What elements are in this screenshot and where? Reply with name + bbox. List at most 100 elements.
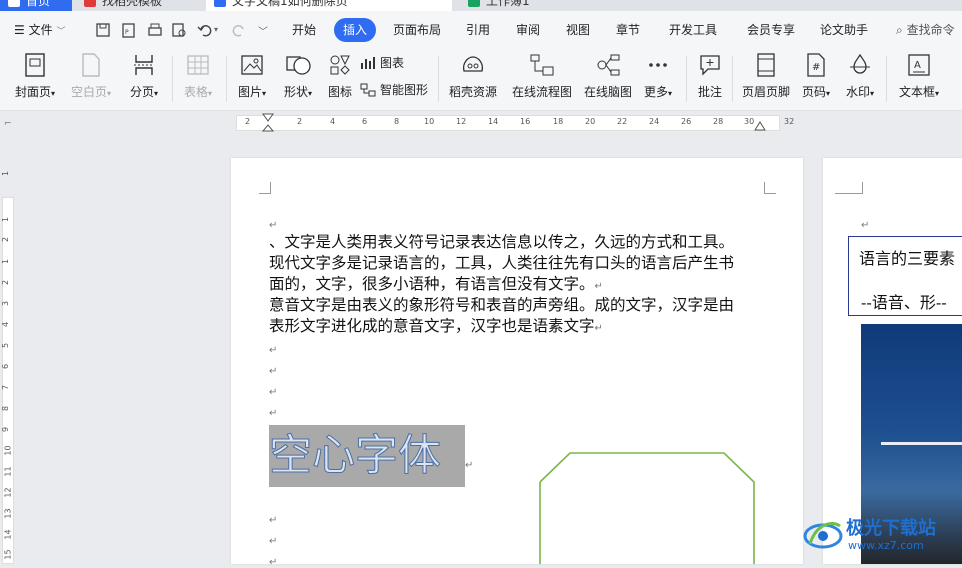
- svg-text:P: P: [125, 29, 129, 36]
- body-text-line[interactable]: 面的，文字，很多小语种，有语言但没有文字。↵: [269, 274, 603, 297]
- ruler-label: 4: [330, 117, 336, 126]
- document-page-2[interactable]: ↵ 语言的三要素 --语音、形--: [823, 158, 962, 564]
- comment-button[interactable]: 批注: [694, 53, 726, 100]
- site-watermark: 极光下载站 www.xz7.com: [802, 512, 962, 560]
- textbox-button[interactable]: A 文本框▾: [896, 53, 942, 100]
- tab-view[interactable]: 视图: [566, 18, 590, 42]
- tab-page-layout[interactable]: 页面布局: [393, 18, 441, 42]
- tab-stop-selector[interactable]: ⌐: [4, 119, 12, 129]
- tab-start[interactable]: 开始: [292, 18, 316, 42]
- more-button[interactable]: 更多▾: [640, 53, 676, 100]
- picture-button[interactable]: 图片▾: [232, 53, 272, 100]
- smartart-button[interactable]: 智能图形: [360, 81, 428, 98]
- body-text-line[interactable]: 现代文字多是记录语言的，工具，人类往往先有口头的语言后产生书: [269, 253, 734, 274]
- blank-page-icon: [82, 53, 100, 77]
- ruler-label: 26: [681, 117, 692, 126]
- octagon-shape[interactable]: [539, 452, 755, 564]
- indent-marker-icon[interactable]: [261, 113, 275, 135]
- shape-button[interactable]: 形状▾: [278, 53, 318, 100]
- body-text-line[interactable]: 、文字是人类用表义符号记录表达信息以传之，久远的方式和工具。: [269, 232, 734, 253]
- insert-ribbon: 封面页▾ 空白页▾ 分页▾ 表格▾ 图片▾ 形状▾ 图标 图表 智能图形 稻壳资…: [0, 48, 962, 111]
- paragraph-mark: ↵: [465, 460, 474, 471]
- document-page[interactable]: ↵ 、文字是人类用表义符号记录表达信息以传之，久远的方式和工具。 现代文字多是记…: [231, 158, 803, 568]
- ruler-label: 12: [3, 487, 13, 498]
- ribbon-separator: [886, 56, 887, 102]
- menu-bar: ☰ 文件 ﹀ P ▾ ﹀ 开始 插入 页面布局 引用 审阅 视图 章节 开发工具…: [0, 11, 962, 48]
- more-dots-icon: [649, 63, 667, 67]
- flowchart-icon: [530, 54, 554, 76]
- online-mindmap-button[interactable]: 在线脑图: [582, 53, 634, 100]
- undo-icon[interactable]: [196, 21, 214, 39]
- file-menu[interactable]: ☰ 文件 ﹀: [14, 18, 65, 42]
- bar-chart-icon: [361, 56, 375, 69]
- tab-thesis[interactable]: 论文助手: [820, 18, 868, 42]
- tab-docer[interactable]: 找稻壳模板: [76, 0, 200, 11]
- ruler-label: 22: [617, 117, 628, 126]
- tab-document[interactable]: 文字文稿1如何删除页: [206, 0, 452, 11]
- ruler-label: 4: [1, 321, 11, 328]
- tab-spreadsheet[interactable]: 工作簿1: [460, 0, 710, 11]
- ruler-label: 9: [1, 426, 11, 433]
- tab-developer[interactable]: 开发工具: [669, 18, 717, 42]
- print-preview-icon[interactable]: [170, 21, 188, 39]
- ruler-label: 16: [520, 117, 531, 126]
- page-number-icon: #: [807, 53, 825, 77]
- page-number-button[interactable]: # 页码▾: [798, 53, 834, 100]
- ruler-label: 32: [784, 117, 795, 126]
- quick-access-more-icon[interactable]: ﹀: [258, 23, 276, 41]
- table-icon: [187, 55, 209, 75]
- tab-review[interactable]: 审阅: [516, 18, 540, 42]
- textbox[interactable]: 语言的三要素 --语音、形--: [848, 236, 962, 316]
- header-footer-button[interactable]: 页眉页脚: [740, 53, 792, 100]
- ruler-label: 12: [456, 117, 467, 126]
- tab-home[interactable]: 首页: [0, 0, 72, 11]
- ruler-label: 7: [1, 384, 11, 391]
- table-button[interactable]: 表格▾: [178, 53, 218, 100]
- ruler-label: 1: [1, 170, 11, 177]
- ruler-label: 1: [1, 258, 11, 265]
- search-command[interactable]: ⌕ 查找命令: [896, 18, 955, 42]
- export-pdf-icon[interactable]: P: [120, 21, 138, 39]
- tab-insert[interactable]: 插入: [334, 18, 377, 42]
- ruler-label: 28: [713, 117, 724, 126]
- vertical-ruler[interactable]: 1 1 2 1 2 3 4 5 6 7 8 9 10 11 12 13 14 1…: [0, 135, 16, 564]
- ruler-label: 2: [1, 279, 11, 286]
- paragraph-mark: ↵: [269, 366, 278, 377]
- margin-corner: [764, 182, 776, 194]
- paragraph-mark: ↵: [269, 345, 278, 356]
- tab-references[interactable]: 引用: [466, 18, 490, 42]
- cover-page-icon: [25, 53, 45, 77]
- document-tab-bar: 首页 找稻壳模板 文字文稿1如何删除页 工作簿1: [0, 0, 962, 11]
- docer-resources-button[interactable]: 稻壳资源: [446, 53, 500, 100]
- ruler-label: 6: [362, 117, 368, 126]
- ruler-label: 13: [3, 508, 13, 519]
- save-icon[interactable]: [94, 21, 112, 39]
- home-icon: [8, 0, 20, 7]
- body-text-line[interactable]: 表形文字进化成的意音文字，汉字也是语素文字↵: [269, 316, 603, 339]
- chevron-down-icon: ﹀: [56, 27, 66, 37]
- icon-button[interactable]: 图标: [324, 53, 356, 100]
- print-icon[interactable]: [146, 21, 164, 39]
- blank-page-button[interactable]: 空白页▾: [68, 53, 114, 100]
- tab-chapter[interactable]: 章节: [616, 18, 640, 42]
- hollow-text-selection[interactable]: 空心字体: [269, 425, 465, 487]
- chart-button[interactable]: 图表: [360, 54, 404, 71]
- picture-icon: [241, 55, 263, 75]
- ruler-label: 30: [744, 117, 755, 126]
- cover-page-button[interactable]: 封面页▾: [12, 53, 58, 100]
- docer-icon: [84, 0, 96, 7]
- ruler-label: 18: [553, 117, 564, 126]
- body-text-line[interactable]: 意音文字是由表义的象形符号和表音的声旁组。成的文字，汉字是由: [269, 295, 734, 316]
- redo-icon[interactable]: [230, 21, 248, 39]
- watermark-button[interactable]: 水印▾: [842, 53, 878, 100]
- ruler-label: 10: [3, 445, 13, 456]
- photo-highlight-line: [881, 442, 962, 445]
- online-flowchart-button[interactable]: 在线流程图: [510, 53, 574, 100]
- tab-member[interactable]: 会员专享: [747, 18, 795, 42]
- horizontal-ruler[interactable]: ⌐ 2 2 4 6 8 10 12 14 16 18 20 22 24 26 2…: [0, 111, 962, 135]
- right-indent-marker-icon[interactable]: [754, 121, 766, 133]
- page-break-button[interactable]: 分页▾: [124, 53, 164, 100]
- ruler-label: 14: [488, 117, 499, 126]
- ribbon-separator: [172, 56, 173, 102]
- paragraph-mark: ↵: [269, 408, 278, 419]
